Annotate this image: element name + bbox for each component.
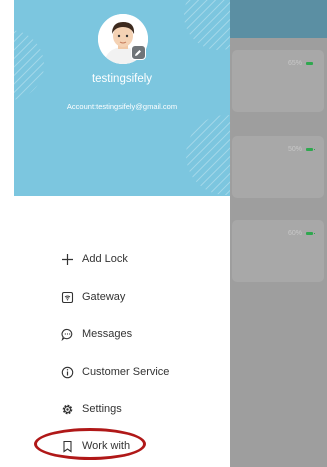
menu-label: Settings [82,403,122,415]
menu-label: Customer Service [82,366,170,378]
lock-card[interactable]: 65% [232,50,324,112]
battery-percent: 50% [287,146,302,153]
message-bubble-icon [60,327,74,341]
gear-icon [60,402,74,416]
battery-percent: 65% [287,60,302,67]
annotation-highlight-circle [34,428,146,460]
battery-icon [306,62,313,65]
gateway-icon [60,290,74,304]
decorative-circle [14,30,44,100]
username: testingsifely [91,73,153,85]
drawer-header: testingsifely Account:testingsifely@gmai… [14,0,230,196]
account-email: Account:testingsifely@gmail.com [66,102,178,111]
plus-icon [60,252,74,266]
lock-card[interactable]: 50% [232,136,324,198]
menu-item-gateway[interactable]: Gateway [14,282,230,312]
battery-percent: 60% [287,230,302,237]
pencil-icon [135,50,141,56]
menu-label: Gateway [82,291,126,303]
decorative-circle [186,115,230,195]
side-drawer: testingsifely Account:testingsifely@gmai… [14,0,230,467]
edit-avatar-button[interactable] [131,45,146,60]
decorative-circle [184,0,230,50]
menu-item-customer-service[interactable]: Customer Service [14,357,230,387]
lock-card[interactable]: 60% [232,220,324,282]
menu-item-add-lock[interactable]: Add Lock [14,244,230,274]
app-screen: 65% 50% 60% testingsifely Account:testin… [0,0,327,467]
battery-icon [306,232,315,235]
menu-item-settings[interactable]: Settings [14,394,230,424]
info-circle-icon [60,365,74,379]
menu-item-messages[interactable]: Messages [14,319,230,349]
menu-label: Add Lock [82,253,128,265]
menu-label: Messages [82,328,133,340]
battery-icon [306,148,315,151]
